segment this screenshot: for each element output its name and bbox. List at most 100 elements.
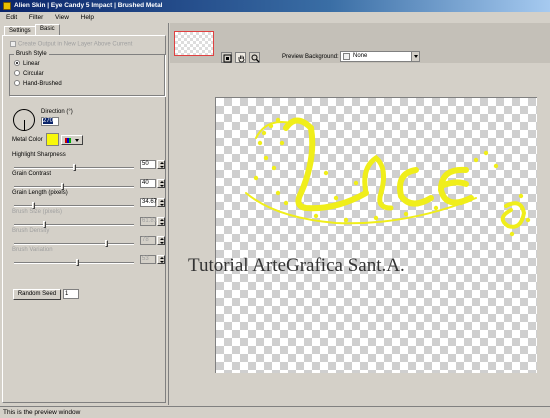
param-slider-thumb[interactable] [31,202,35,209]
radio-hand-brushed[interactable]: Hand-Brushed [14,80,62,88]
param-value-input[interactable]: 40 [140,179,156,188]
preview-thumbnail[interactable] [174,31,214,56]
param-spinner[interactable] [157,198,165,207]
app-icon [3,2,11,10]
param-slider-thumb [76,259,79,266]
zoom-fit-icon[interactable] [221,52,232,63]
param-value-input[interactable]: 50 [140,160,156,169]
random-seed-button[interactable]: Random Seed [13,289,61,300]
param-slider-thumb[interactable] [72,164,76,171]
chevron-down-icon [75,139,79,142]
sparkle-dot [253,175,259,181]
param-slider-track[interactable] [14,186,134,188]
radio-dot [14,70,20,77]
status-text: This is the preview window [3,409,81,416]
sparkle-dot [403,211,409,217]
param-value-input: 78 [140,236,156,245]
preview-background-select[interactable]: None [340,51,420,62]
sparkle-dot [275,117,281,123]
param-spinner[interactable] [157,179,165,188]
sparkle-dot [323,170,329,176]
brush-style-title: Brush Style [14,51,49,57]
color-palette-button[interactable] [61,135,83,145]
sparkle-dot [493,163,499,169]
create-output-checkbox[interactable]: Create Output in New Layer Above Current [10,41,132,48]
direction-label: Direction (°) [41,109,73,115]
param-label: Grain Length (pixels) [12,190,68,196]
radio-linear[interactable]: Linear [14,60,40,68]
param-spinner [157,217,165,226]
create-output-label: Create Output in New Layer Above Current [18,41,133,48]
sparkle-dot [509,231,515,237]
sparkle-dot [257,140,263,146]
menu-help[interactable]: Help [77,12,98,23]
sparkle-dot [333,195,339,201]
param-row: Brush Variation 53 [12,247,167,269]
sparkle-dot [373,215,379,221]
sparkle-dot [458,200,464,206]
sparkle-dot [518,193,524,199]
radio-dot [14,60,20,67]
sparkle-dot [271,165,277,171]
menu-bar: Edit Filter View Help [0,12,550,23]
background-swatch-icon [343,53,350,60]
sparkle-dot [473,157,479,163]
param-spinner [157,236,165,245]
sparkle-dot [261,130,267,136]
param-value-input: 53 [140,255,156,264]
menu-edit[interactable]: Edit [2,12,21,23]
param-spinner[interactable] [157,160,165,169]
param-value-input[interactable]: 34.67 [140,198,157,207]
sparkle-dot [483,150,489,156]
direction-dial[interactable] [13,109,35,131]
chevron-down-icon [411,52,419,61]
brush-style-group: Brush Style Linear Circular Hand-Brushed [9,51,165,96]
param-slider-track [14,243,134,245]
metal-color-swatch[interactable] [46,133,59,146]
param-label: Brush Size (pixels) [12,209,63,215]
metal-color-label: Metal Color [12,137,43,143]
param-slider-track [14,224,134,226]
param-spinner [157,255,165,264]
radio-label: Hand-Brushed [23,81,62,87]
title-bar: Alien Skin | Eye Candy 5 Impact | Brushe… [0,0,550,12]
radio-label: Circular [23,71,44,77]
preview-background-value: None [353,53,368,59]
direction-value: 270 [43,118,54,124]
param-slider-thumb [105,240,109,247]
param-label: Grain Contrast [12,171,52,177]
preview-background-label: Preview Background: [282,54,339,60]
preview-panel: Preview Background: None Tutorial ArteGr… [168,23,550,405]
sparkle-dot [313,213,319,219]
radio-circular[interactable]: Circular [14,70,44,78]
menu-view[interactable]: View [51,12,73,23]
param-slider-thumb[interactable] [60,183,64,190]
sparkle-dot [433,205,439,211]
sparkle-dot [263,155,269,161]
magnifier-icon[interactable] [249,52,260,63]
tab-basic[interactable]: Basic [35,24,60,35]
preview-window[interactable]: Tutorial ArteGrafica Sant.A. [188,97,550,373]
random-seed-input[interactable]: 1 [63,289,79,299]
param-label: Highlight Sharpness [12,152,66,158]
param-slider-track [14,262,134,264]
sparkle-dot [275,190,281,196]
menu-filter[interactable]: Filter [25,12,47,23]
sparkle-dot [279,140,285,146]
tab-settings[interactable]: Settings [4,26,36,35]
direction-input[interactable]: 270 [41,117,59,126]
preview-scrollbar[interactable] [537,97,550,373]
settings-panel: Settings Basic Create Output in New Laye… [0,23,168,405]
param-slider-thumb [43,221,47,228]
brushed-metal-lettering [245,117,531,237]
param-value-input: 61.81 [140,217,158,226]
palette-icon [65,138,71,143]
radio-label: Linear [23,61,40,67]
window-title: Alien Skin | Eye Candy 5 Impact | Brushe… [14,2,163,9]
radio-dot [14,80,20,87]
sparkle-dot [353,180,359,186]
param-label: Brush Density [12,228,50,234]
basic-tab-page: Create Output in New Layer Above Current… [2,35,166,403]
hand-icon[interactable] [235,52,246,63]
sparkle-dot [268,123,274,129]
